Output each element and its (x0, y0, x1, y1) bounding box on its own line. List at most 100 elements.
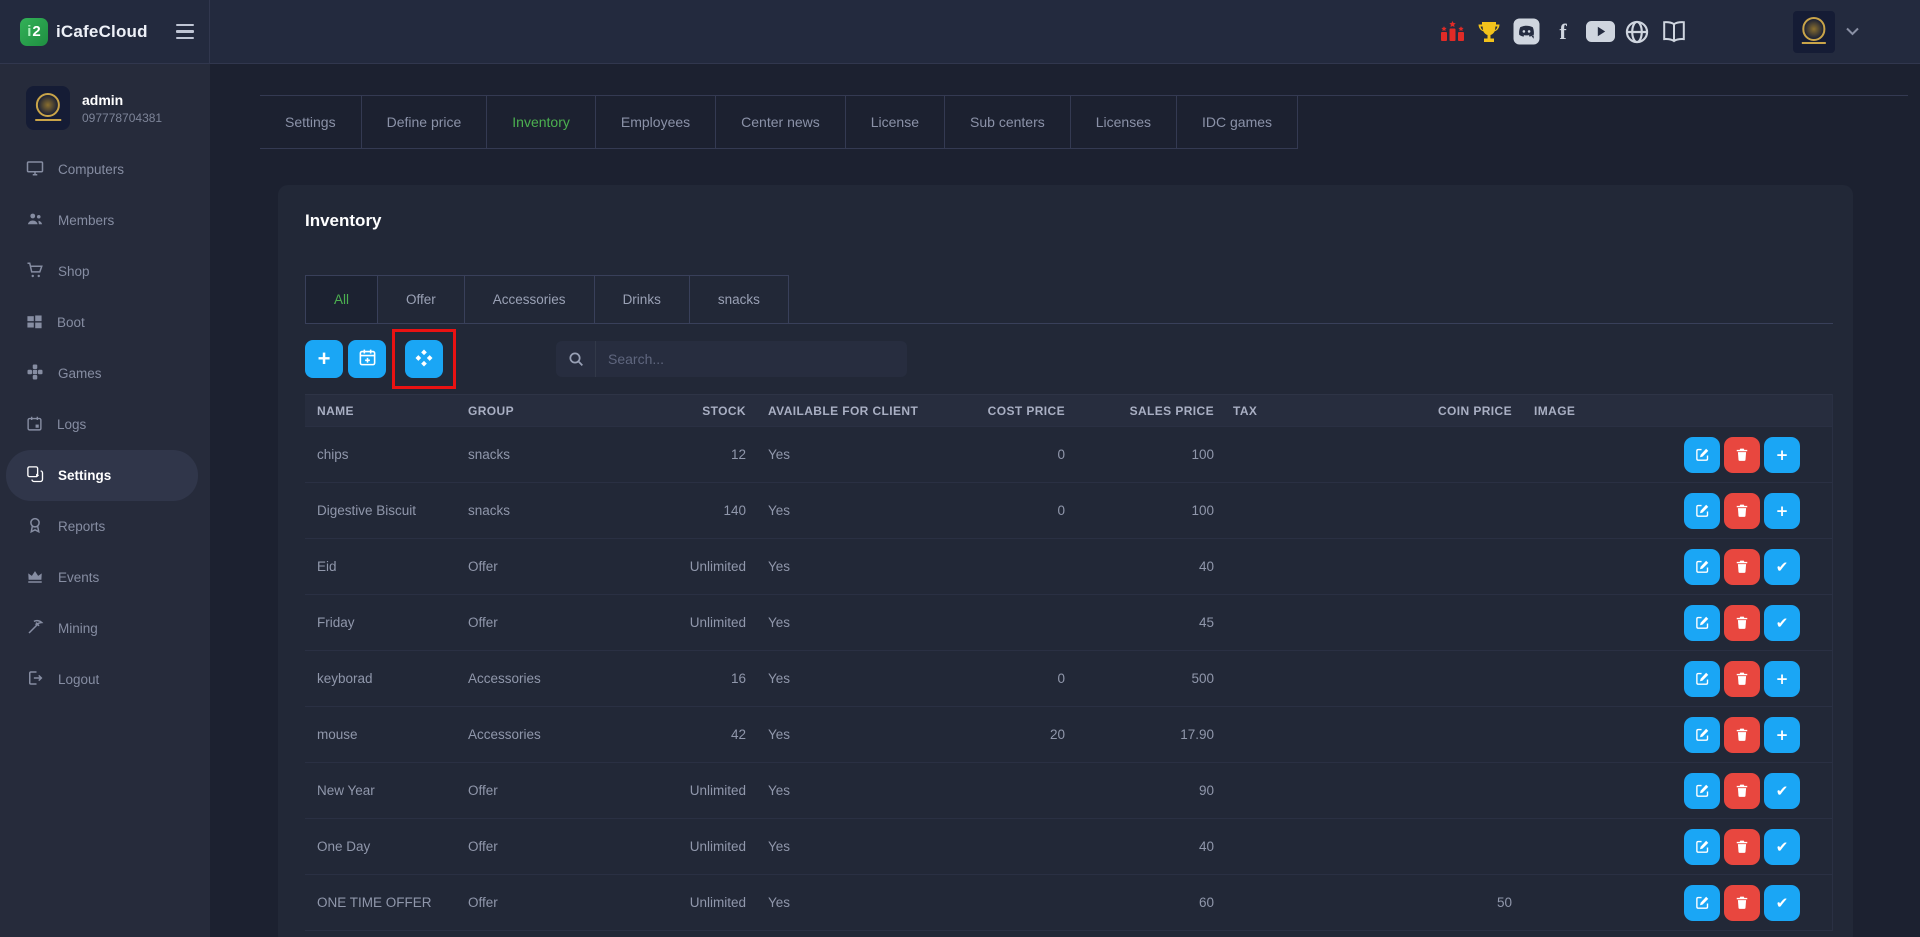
category-grid-button[interactable] (405, 340, 443, 378)
globe-icon[interactable] (1622, 17, 1652, 47)
sidebar-user-block: admin 097778704381 (0, 64, 210, 130)
delete-button[interactable] (1724, 605, 1760, 641)
approve-button[interactable]: ✔ (1764, 829, 1800, 865)
tab-license[interactable]: License (846, 96, 945, 148)
search-input[interactable] (596, 351, 907, 367)
logout-icon (26, 669, 44, 690)
col-stock: STOCK (618, 404, 751, 418)
calendar-add-button[interactable] (348, 340, 386, 378)
edit-button[interactable] (1684, 549, 1720, 585)
medal-icon (26, 516, 44, 537)
add-item-button[interactable]: + (305, 340, 343, 378)
chevron-down-icon[interactable] (1845, 24, 1860, 39)
inventory-group-tabs: All Offer Accessories Drinks snacks (305, 275, 1833, 324)
table-row: chips snacks 12 Yes 0 100 + (305, 427, 1832, 483)
inventory-card: Inventory All Offer Accessories Drinks s… (278, 185, 1853, 937)
gamepad-icon (26, 363, 44, 384)
sidebar-item-boot[interactable]: Boot (0, 297, 210, 348)
users-icon (26, 210, 44, 231)
tab-licenses[interactable]: Licenses (1071, 96, 1177, 148)
approve-button[interactable]: ✔ (1764, 549, 1800, 585)
sidebar: admin 097778704381 Computers Members Sho… (0, 64, 210, 937)
col-name: NAME (305, 404, 468, 418)
delete-button[interactable] (1724, 773, 1760, 809)
calendar-plus-icon (358, 348, 377, 370)
delete-button[interactable] (1724, 829, 1760, 865)
tab-employees[interactable]: Employees (596, 96, 716, 148)
sidebar-item-settings[interactable]: Settings (6, 450, 198, 501)
user-avatar[interactable] (1793, 11, 1835, 53)
subtab-drinks[interactable]: Drinks (595, 275, 690, 323)
tab-center-news[interactable]: Center news (716, 96, 846, 148)
edit-button[interactable] (1684, 437, 1720, 473)
brand-zone: i2 iCafeCloud (0, 0, 210, 63)
sidebar-item-games[interactable]: Games (0, 348, 210, 399)
calendar-icon (26, 415, 43, 435)
discord-icon[interactable] (1511, 17, 1541, 47)
crown-icon (26, 567, 44, 588)
edit-button[interactable] (1684, 661, 1720, 697)
table-row: ONE TIME OFFER Offer Unlimited Yes 60 50… (305, 875, 1832, 931)
table-row: Eid Offer Unlimited Yes 40 ✔ (305, 539, 1832, 595)
approve-button[interactable]: ✔ (1764, 605, 1800, 641)
sidebar-item-mining[interactable]: Mining (0, 603, 210, 654)
sidebar-item-members[interactable]: Members (0, 195, 210, 246)
pickaxe-icon (26, 618, 44, 639)
sidebar-nav: Computers Members Shop Boot Games Logs S… (0, 144, 210, 705)
monitor-icon (26, 159, 44, 180)
edit-button[interactable] (1684, 493, 1720, 529)
col-coin-price: COIN PRICE (1307, 404, 1517, 418)
edit-button[interactable] (1684, 885, 1720, 921)
delete-button[interactable] (1724, 717, 1760, 753)
edit-button[interactable] (1684, 829, 1720, 865)
sidebar-item-logout[interactable]: Logout (0, 654, 210, 705)
page-title: Inventory (305, 211, 1833, 231)
trophy-icon[interactable] (1474, 17, 1504, 47)
sidebar-item-reports[interactable]: Reports (0, 501, 210, 552)
col-cost-price: COST PRICE (973, 404, 1070, 418)
col-available: AVAILABLE FOR CLIENT (751, 404, 973, 418)
inventory-table: NAME GROUP STOCK AVAILABLE FOR CLIENT CO… (305, 394, 1833, 931)
sidebar-item-events[interactable]: Events (0, 552, 210, 603)
subtab-all[interactable]: All (305, 275, 378, 323)
cart-icon (26, 261, 44, 282)
youtube-icon[interactable] (1585, 17, 1615, 47)
brand-name: iCafeCloud (56, 22, 148, 42)
inventory-toolbar: + (305, 329, 1833, 389)
sidebar-avatar (26, 86, 70, 130)
approve-button[interactable]: ✔ (1764, 885, 1800, 921)
ranking-icon[interactable] (1437, 17, 1467, 47)
delete-button[interactable] (1724, 493, 1760, 529)
tab-define-price[interactable]: Define price (362, 96, 488, 148)
user-phone: 097778704381 (82, 111, 162, 125)
annotation-highlight-box (392, 329, 456, 389)
subtab-snacks[interactable]: snacks (690, 275, 789, 323)
add-stock-button[interactable]: + (1764, 717, 1800, 753)
sidebar-item-computers[interactable]: Computers (0, 144, 210, 195)
add-stock-button[interactable]: + (1764, 661, 1800, 697)
add-stock-button[interactable]: + (1764, 493, 1800, 529)
approve-button[interactable]: ✔ (1764, 773, 1800, 809)
delete-button[interactable] (1724, 885, 1760, 921)
windows-icon (26, 313, 43, 333)
edit-button[interactable] (1684, 773, 1720, 809)
subtab-offer[interactable]: Offer (378, 275, 465, 323)
edit-button[interactable] (1684, 605, 1720, 641)
tab-settings[interactable]: Settings (260, 96, 362, 148)
subtab-accessories[interactable]: Accessories (465, 275, 595, 323)
add-stock-button[interactable]: + (1764, 437, 1800, 473)
delete-button[interactable] (1724, 549, 1760, 585)
sidebar-item-logs[interactable]: Logs (0, 399, 210, 450)
table-row: keyborad Accessories 16 Yes 0 500 + (305, 651, 1832, 707)
facebook-icon[interactable]: f (1548, 17, 1578, 47)
tab-idc-games[interactable]: IDC games (1177, 96, 1298, 148)
delete-button[interactable] (1724, 661, 1760, 697)
book-icon[interactable] (1659, 17, 1689, 47)
edit-button[interactable] (1684, 717, 1720, 753)
sidebar-item-shop[interactable]: Shop (0, 246, 210, 297)
delete-button[interactable] (1724, 437, 1760, 473)
plus-icon: + (318, 348, 331, 370)
menu-hamburger-icon[interactable] (176, 24, 194, 40)
tab-inventory[interactable]: Inventory (487, 96, 596, 148)
tab-sub-centers[interactable]: Sub centers (945, 96, 1071, 148)
